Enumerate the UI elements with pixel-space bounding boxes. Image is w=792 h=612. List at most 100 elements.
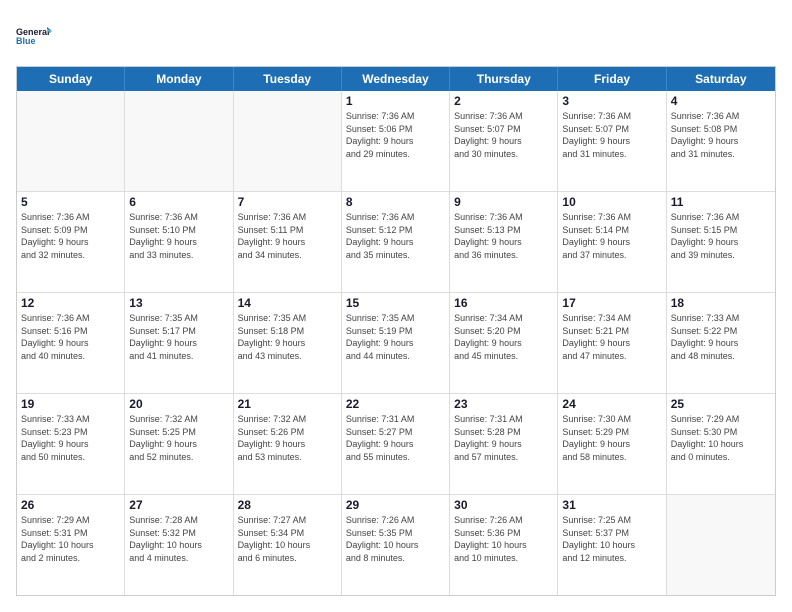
calendar-header-cell: Friday (558, 67, 666, 91)
calendar-cell: 5 Sunrise: 7:36 AM Sunset: 5:09 PM Daylig… (17, 192, 125, 292)
day-number: 13 (129, 296, 228, 310)
day-number: 11 (671, 195, 771, 209)
day-number: 31 (562, 498, 661, 512)
day-number: 23 (454, 397, 553, 411)
day-number: 25 (671, 397, 771, 411)
day-info: Sunrise: 7:26 AM Sunset: 5:35 PM Dayligh… (346, 514, 445, 564)
calendar-header-cell: Sunday (17, 67, 125, 91)
calendar-header-cell: Wednesday (342, 67, 450, 91)
day-info: Sunrise: 7:36 AM Sunset: 5:16 PM Dayligh… (21, 312, 120, 362)
calendar-cell: 22Sunrise: 7:31 AM Sunset: 5:27 PM Dayli… (342, 394, 450, 494)
day-number: 3 (562, 94, 661, 108)
day-info: Sunrise: 7:36 AM Sunset: 5:13 PM Dayligh… (454, 211, 553, 261)
day-number: 27 (129, 498, 228, 512)
day-info: Sunrise: 7:29 AM Sunset: 5:30 PM Dayligh… (671, 413, 771, 463)
calendar-cell: 10Sunrise: 7:36 AM Sunset: 5:14 PM Dayli… (558, 192, 666, 292)
calendar-cell: 3 Sunrise: 7:36 AM Sunset: 5:07 PM Daylig… (558, 91, 666, 191)
day-info: Sunrise: 7:32 AM Sunset: 5:25 PM Dayligh… (129, 413, 228, 463)
day-info: Sunrise: 7:36 AM Sunset: 5:12 PM Dayligh… (346, 211, 445, 261)
calendar-header-cell: Saturday (667, 67, 775, 91)
day-number: 17 (562, 296, 661, 310)
calendar-cell: 19 Sunrise: 7:33 AM Sunset: 5:23 PM Dayli… (17, 394, 125, 494)
day-number: 2 (454, 94, 553, 108)
day-number: 16 (454, 296, 553, 310)
svg-text:Blue: Blue (16, 36, 36, 46)
calendar-cell: 23 Sunrise: 7:31 AM Sunset: 5:28 PM Dayli… (450, 394, 558, 494)
day-number: 12 (21, 296, 120, 310)
day-number: 21 (238, 397, 337, 411)
calendar-week: 26Sunrise: 7:29 AM Sunset: 5:31 PM Dayli… (17, 495, 775, 595)
calendar-cell: 26Sunrise: 7:29 AM Sunset: 5:31 PM Dayli… (17, 495, 125, 595)
day-info: Sunrise: 7:36 AM Sunset: 5:06 PM Dayligh… (346, 110, 445, 160)
day-info: Sunrise: 7:28 AM Sunset: 5:32 PM Dayligh… (129, 514, 228, 564)
day-number: 20 (129, 397, 228, 411)
calendar-cell (125, 91, 233, 191)
calendar-cell: 7 Sunrise: 7:36 AM Sunset: 5:11 PM Daylig… (234, 192, 342, 292)
calendar-cell: 25 Sunrise: 7:29 AM Sunset: 5:30 PM Dayli… (667, 394, 775, 494)
calendar-cell: 27 Sunrise: 7:28 AM Sunset: 5:32 PM Dayli… (125, 495, 233, 595)
calendar-header-cell: Tuesday (234, 67, 342, 91)
calendar-body: 1Sunrise: 7:36 AM Sunset: 5:06 PM Daylig… (17, 91, 775, 595)
day-number: 14 (238, 296, 337, 310)
day-info: Sunrise: 7:35 AM Sunset: 5:19 PM Dayligh… (346, 312, 445, 362)
day-info: Sunrise: 7:36 AM Sunset: 5:09 PM Dayligh… (21, 211, 120, 261)
day-number: 18 (671, 296, 771, 310)
day-number: 8 (346, 195, 445, 209)
calendar-header-cell: Monday (125, 67, 233, 91)
calendar-cell: 18 Sunrise: 7:33 AM Sunset: 5:22 PM Dayli… (667, 293, 775, 393)
calendar-cell: 17 Sunrise: 7:34 AM Sunset: 5:21 PM Dayli… (558, 293, 666, 393)
calendar-cell (667, 495, 775, 595)
day-number: 10 (562, 195, 661, 209)
day-info: Sunrise: 7:36 AM Sunset: 5:15 PM Dayligh… (671, 211, 771, 261)
day-info: Sunrise: 7:36 AM Sunset: 5:08 PM Dayligh… (671, 110, 771, 160)
day-info: Sunrise: 7:32 AM Sunset: 5:26 PM Dayligh… (238, 413, 337, 463)
calendar-cell: 13Sunrise: 7:35 AM Sunset: 5:17 PM Dayli… (125, 293, 233, 393)
calendar-header: SundayMondayTuesdayWednesdayThursdayFrid… (17, 67, 775, 91)
day-info: Sunrise: 7:31 AM Sunset: 5:27 PM Dayligh… (346, 413, 445, 463)
logo: General Blue (16, 16, 56, 56)
calendar-cell: 2 Sunrise: 7:36 AM Sunset: 5:07 PM Daylig… (450, 91, 558, 191)
day-info: Sunrise: 7:36 AM Sunset: 5:11 PM Dayligh… (238, 211, 337, 261)
calendar-header-cell: Thursday (450, 67, 558, 91)
day-number: 30 (454, 498, 553, 512)
calendar-cell: 1Sunrise: 7:36 AM Sunset: 5:06 PM Daylig… (342, 91, 450, 191)
day-info: Sunrise: 7:33 AM Sunset: 5:22 PM Dayligh… (671, 312, 771, 362)
day-info: Sunrise: 7:34 AM Sunset: 5:20 PM Dayligh… (454, 312, 553, 362)
day-number: 19 (21, 397, 120, 411)
calendar-cell: 21 Sunrise: 7:32 AM Sunset: 5:26 PM Dayli… (234, 394, 342, 494)
day-number: 26 (21, 498, 120, 512)
day-info: Sunrise: 7:27 AM Sunset: 5:34 PM Dayligh… (238, 514, 337, 564)
calendar-week: 19 Sunrise: 7:33 AM Sunset: 5:23 PM Dayli… (17, 394, 775, 495)
day-number: 6 (129, 195, 228, 209)
calendar-cell: 16 Sunrise: 7:34 AM Sunset: 5:20 PM Dayli… (450, 293, 558, 393)
day-info: Sunrise: 7:25 AM Sunset: 5:37 PM Dayligh… (562, 514, 661, 564)
calendar-cell: 9Sunrise: 7:36 AM Sunset: 5:13 PM Daylig… (450, 192, 558, 292)
calendar-week: 5 Sunrise: 7:36 AM Sunset: 5:09 PM Daylig… (17, 192, 775, 293)
calendar-cell: 20 Sunrise: 7:32 AM Sunset: 5:25 PM Dayli… (125, 394, 233, 494)
day-info: Sunrise: 7:36 AM Sunset: 5:07 PM Dayligh… (454, 110, 553, 160)
day-info: Sunrise: 7:33 AM Sunset: 5:23 PM Dayligh… (21, 413, 120, 463)
svg-text:General: General (16, 27, 50, 37)
day-number: 5 (21, 195, 120, 209)
calendar-cell: 29Sunrise: 7:26 AM Sunset: 5:35 PM Dayli… (342, 495, 450, 595)
logo-svg: General Blue (16, 16, 56, 56)
calendar-week: 1Sunrise: 7:36 AM Sunset: 5:06 PM Daylig… (17, 91, 775, 192)
calendar-cell: 30Sunrise: 7:26 AM Sunset: 5:36 PM Dayli… (450, 495, 558, 595)
calendar-cell: 28 Sunrise: 7:27 AM Sunset: 5:34 PM Dayli… (234, 495, 342, 595)
day-number: 28 (238, 498, 337, 512)
header: General Blue (16, 16, 776, 56)
calendar-cell: 14Sunrise: 7:35 AM Sunset: 5:18 PM Dayli… (234, 293, 342, 393)
page: General Blue SundayMondayTuesdayWednesda… (0, 0, 792, 612)
day-number: 15 (346, 296, 445, 310)
day-number: 7 (238, 195, 337, 209)
day-info: Sunrise: 7:36 AM Sunset: 5:10 PM Dayligh… (129, 211, 228, 261)
day-info: Sunrise: 7:34 AM Sunset: 5:21 PM Dayligh… (562, 312, 661, 362)
calendar-cell: 4 Sunrise: 7:36 AM Sunset: 5:08 PM Daylig… (667, 91, 775, 191)
day-info: Sunrise: 7:36 AM Sunset: 5:07 PM Dayligh… (562, 110, 661, 160)
calendar-cell: 8 Sunrise: 7:36 AM Sunset: 5:12 PM Daylig… (342, 192, 450, 292)
calendar-cell: 31 Sunrise: 7:25 AM Sunset: 5:37 PM Dayli… (558, 495, 666, 595)
calendar-cell: 12 Sunrise: 7:36 AM Sunset: 5:16 PM Dayli… (17, 293, 125, 393)
calendar-cell: 24Sunrise: 7:30 AM Sunset: 5:29 PM Dayli… (558, 394, 666, 494)
day-number: 4 (671, 94, 771, 108)
day-info: Sunrise: 7:31 AM Sunset: 5:28 PM Dayligh… (454, 413, 553, 463)
